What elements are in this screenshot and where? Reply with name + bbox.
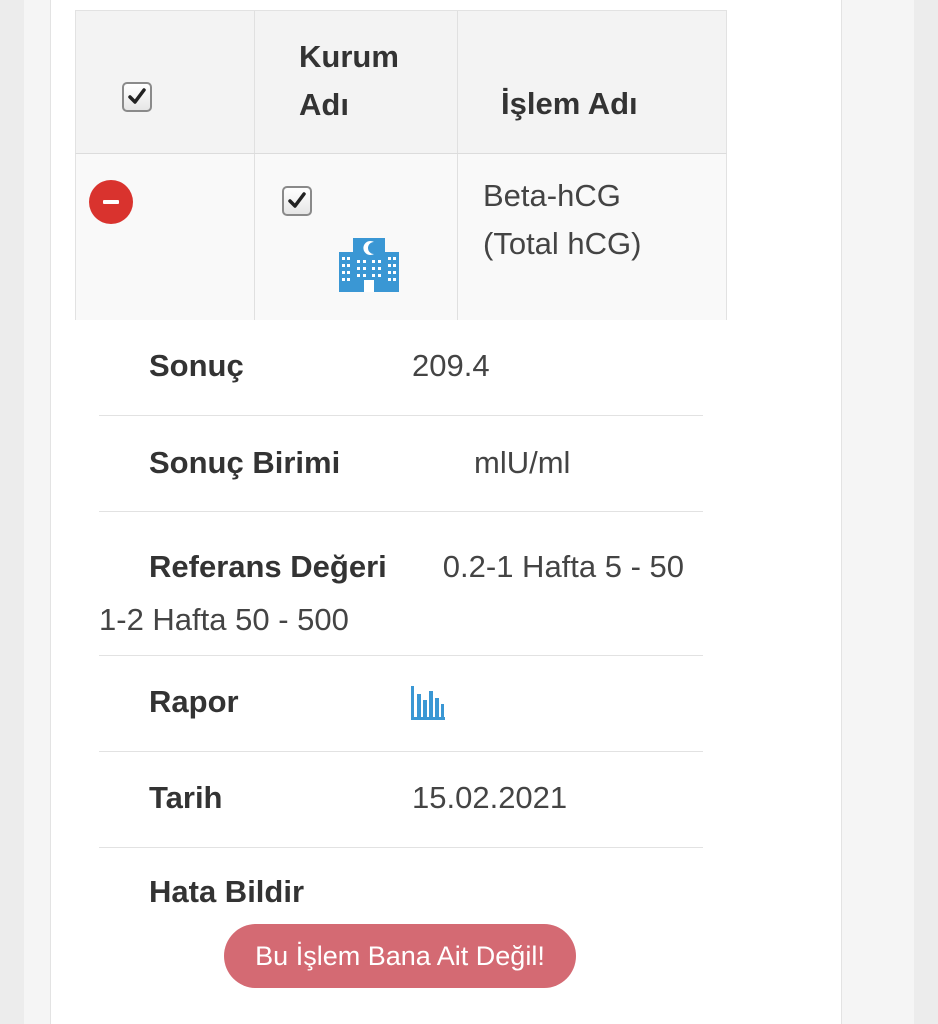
rapor-label: Rapor (149, 684, 239, 719)
detail-row-tarih: Tarih 15.02.2021 (99, 752, 703, 848)
bar-chart-icon[interactable] (410, 686, 446, 720)
procedure-name-line1: Beta-hCG (483, 178, 621, 213)
table-header: Kurum Adı İşlem Adı (75, 10, 727, 154)
sonuc-birimi-label: Sonuç Birimi (149, 445, 341, 480)
sonuc-label: Sonuç (149, 348, 244, 383)
detail-row-referans: Referans Değeri 0.2-1 Hafta 5 - 50 1-2 Ha… (99, 512, 703, 656)
tarih-label: Tarih (149, 780, 223, 815)
column-divider (457, 11, 458, 153)
islem-adi-header[interactable]: İşlem Adı (501, 80, 638, 128)
detail-row-sonuc-birimi: Sonuç Birimi mlU/ml (99, 416, 703, 512)
detail-row-rapor: Rapor (99, 656, 703, 752)
kurum-header-line1: Kurum (299, 39, 399, 74)
kurum-adi-header[interactable]: Kurum Adı (299, 33, 399, 129)
not-my-procedure-button[interactable]: Bu İşlem Bana Ait Değil! (224, 924, 576, 988)
collapse-row-button[interactable] (89, 180, 133, 224)
hospital-building-icon (339, 238, 399, 292)
kurum-header-line2: Adı (299, 87, 349, 122)
detail-row-sonuc: Sonuç 209.4 (99, 318, 703, 416)
sonuc-value: 209.4 (412, 348, 490, 383)
select-all-checkbox[interactable] (122, 82, 152, 112)
table-row: Beta-hCG (Total hCG) (75, 154, 727, 320)
referans-text: Referans Değeri 0.2-1 Hafta 5 - 50 1-2 Ha… (99, 540, 703, 646)
procedure-table: Kurum Adı İşlem Adı Beta-hCG (Total hCG) (75, 10, 727, 320)
procedure-name: Beta-hCG (Total hCG) (483, 172, 641, 268)
column-divider (254, 11, 255, 153)
column-divider (254, 154, 255, 320)
result-details: Sonuç 209.4 Sonuç Birimi mlU/ml Referans… (99, 318, 703, 968)
tarih-value: 15.02.2021 (412, 780, 568, 815)
checkmark-icon (128, 88, 146, 104)
hata-bildir-label: Hata Bildir (149, 874, 305, 909)
procedure-name-line2: (Total hCG) (483, 226, 642, 261)
checkmark-icon (288, 192, 306, 208)
sonuc-birimi-value: mlU/ml (474, 445, 571, 480)
column-divider (457, 154, 458, 320)
row-select-checkbox[interactable] (282, 186, 312, 216)
referans-label: Referans Değeri (149, 549, 387, 584)
